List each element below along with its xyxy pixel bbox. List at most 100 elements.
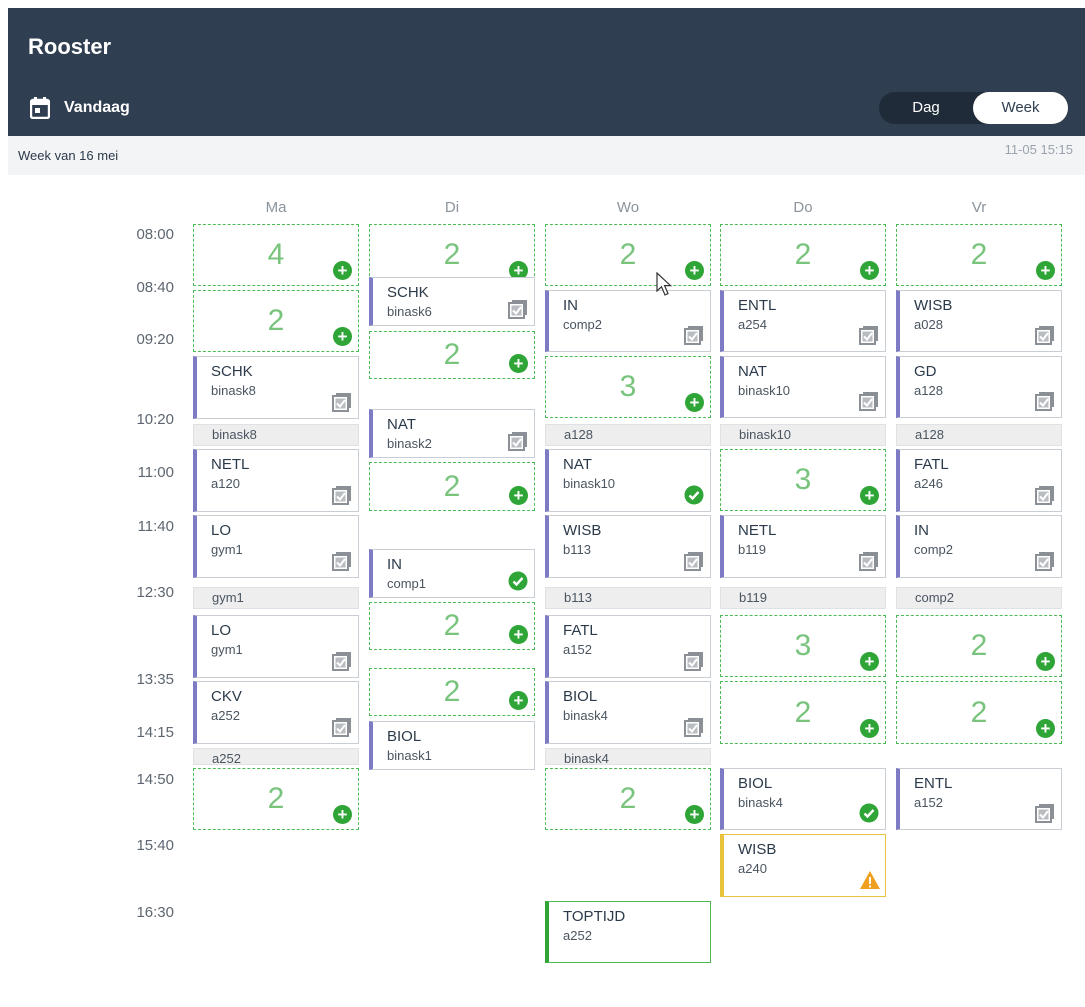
open-slot[interactable]: 2 +	[720, 681, 886, 744]
lesson-subject: ENTL	[914, 775, 953, 792]
break-row: a252	[193, 748, 359, 766]
open-slot[interactable]: 2 +	[193, 290, 359, 352]
lesson-subject: BIOL	[563, 688, 598, 705]
lesson-room: binask4	[738, 795, 783, 810]
add-icon[interactable]: +	[509, 625, 528, 644]
lesson-card[interactable]: WISB a028	[896, 290, 1062, 352]
open-slot[interactable]: 2 +	[369, 331, 535, 379]
open-slot[interactable]: 2 +	[369, 602, 535, 650]
time-label: 14:15	[136, 724, 174, 741]
break-row: a128	[545, 424, 711, 446]
open-slot[interactable]: 2 +	[369, 668, 535, 716]
lesson-room: gym1	[211, 542, 243, 557]
add-icon[interactable]: +	[333, 805, 352, 824]
review-icon	[508, 299, 528, 319]
break-row: b113	[545, 587, 711, 609]
open-slot[interactable]: 3 +	[720, 449, 886, 511]
lesson-card[interactable]: GD a128	[896, 356, 1062, 418]
lesson-card[interactable]: FATL a246	[896, 449, 1062, 512]
lesson-card[interactable]: LO gym1	[193, 615, 359, 678]
open-slot[interactable]: 2 +	[896, 615, 1062, 677]
view-week-button[interactable]: Week	[973, 92, 1068, 124]
lesson-room: a252	[563, 928, 592, 943]
lesson-subject: NAT	[563, 456, 592, 473]
lesson-room: a120	[211, 476, 240, 491]
add-icon[interactable]: +	[1036, 719, 1055, 738]
add-icon[interactable]: +	[860, 652, 879, 671]
lesson-card[interactable]: IN comp1	[369, 549, 535, 598]
time-label: 13:35	[136, 671, 174, 688]
time-label: 11:00	[137, 464, 174, 481]
add-icon[interactable]: +	[685, 261, 704, 280]
day-header: Do	[793, 199, 813, 216]
open-slot[interactable]: 2 +	[545, 768, 711, 830]
open-slot[interactable]: 2 +	[896, 681, 1062, 744]
review-icon	[684, 325, 704, 345]
break-row: b119	[720, 587, 886, 609]
add-icon[interactable]: +	[860, 719, 879, 738]
lesson-subject: FATL	[914, 456, 949, 473]
review-icon	[1035, 325, 1055, 345]
lesson-room: a152	[563, 642, 592, 657]
lesson-card[interactable]: IN comp2	[545, 290, 711, 352]
lesson-room: a254	[738, 317, 767, 332]
review-icon	[684, 551, 704, 571]
lesson-card[interactable]: WISB a240	[720, 834, 886, 897]
lesson-room: b119	[738, 542, 766, 557]
lesson-subject: WISB	[738, 841, 777, 858]
lesson-card[interactable]: WISB b113	[545, 515, 711, 578]
lesson-card[interactable]: NETL a120	[193, 449, 359, 512]
add-icon[interactable]: +	[509, 691, 528, 710]
lesson-card[interactable]: BIOL binask4	[545, 681, 711, 744]
open-slot[interactable]: 2 +	[720, 224, 886, 286]
lesson-card[interactable]: ENTL a254	[720, 290, 886, 352]
open-slot[interactable]: 2 +	[193, 768, 359, 830]
add-icon[interactable]: +	[685, 805, 704, 824]
break-row: binask4	[545, 748, 711, 766]
review-icon	[332, 551, 352, 571]
today-button[interactable]: Vandaag	[30, 96, 130, 120]
lesson-card[interactable]: IN comp2	[896, 515, 1062, 578]
add-icon[interactable]: +	[860, 486, 879, 505]
lesson-card[interactable]: NAT binask2	[369, 409, 535, 458]
lesson-card[interactable]: SCHK binask6	[369, 277, 535, 326]
lesson-room: binask1	[387, 748, 432, 763]
sub-bar: Week van 16 mei 11-05 15:15	[8, 136, 1085, 175]
time-label: 08:40	[136, 279, 174, 296]
lesson-subject: TOPTIJD	[563, 908, 626, 925]
add-icon[interactable]: +	[333, 327, 352, 346]
open-slot[interactable]: 2 +	[545, 224, 711, 286]
lesson-card[interactable]: NETL b119	[720, 515, 886, 578]
lesson-card[interactable]: FATL a152	[545, 615, 711, 678]
add-icon[interactable]: +	[333, 261, 352, 280]
open-slot[interactable]: 3 +	[720, 615, 886, 677]
open-slot[interactable]: 3 +	[545, 356, 711, 418]
review-icon	[332, 485, 352, 505]
lesson-card[interactable]: CKV a252	[193, 681, 359, 744]
lesson-subject: WISB	[563, 522, 602, 539]
lesson-card[interactable]: NAT binask10	[720, 356, 886, 418]
add-icon[interactable]: +	[1036, 652, 1055, 671]
lesson-subject: GD	[914, 363, 937, 380]
open-slot[interactable]: 2 +	[369, 462, 535, 511]
lesson-card[interactable]: SCHK binask8	[193, 356, 359, 419]
open-slot[interactable]: 2 +	[896, 224, 1062, 286]
break-row: comp2	[896, 587, 1062, 609]
add-icon[interactable]: +	[509, 354, 528, 373]
view-day-button[interactable]: Dag	[879, 92, 973, 124]
lesson-card[interactable]: BIOL binask4	[720, 768, 886, 830]
review-icon	[508, 431, 528, 451]
add-icon[interactable]: +	[509, 486, 528, 505]
lesson-card[interactable]: LO gym1	[193, 515, 359, 578]
add-icon[interactable]: +	[860, 261, 879, 280]
time-label: 16:30	[136, 904, 174, 921]
lesson-card[interactable]: BIOL binask1	[369, 721, 535, 770]
lesson-card[interactable]: TOPTIJD a252	[545, 901, 711, 963]
lesson-card[interactable]: NAT binask10	[545, 449, 711, 512]
add-icon[interactable]: +	[1036, 261, 1055, 280]
lesson-subject: CKV	[211, 688, 242, 705]
add-icon[interactable]: +	[685, 393, 704, 412]
lesson-card[interactable]: ENTL a152	[896, 768, 1062, 830]
review-icon	[332, 392, 352, 412]
open-slot[interactable]: 4 +	[193, 224, 359, 286]
